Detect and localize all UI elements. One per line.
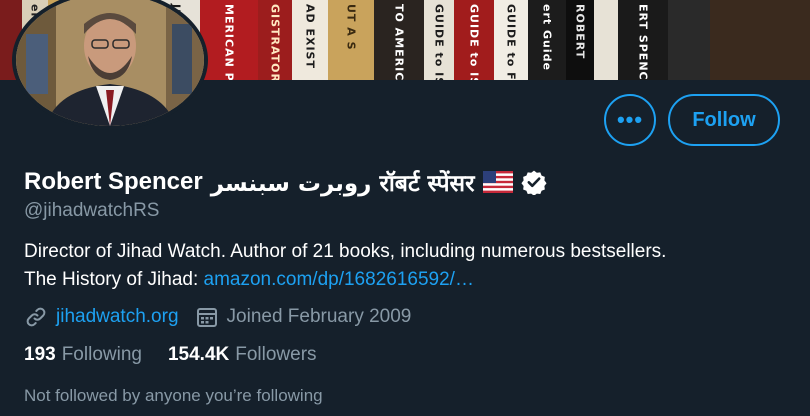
website-link[interactable]: jihadwatch.org — [56, 306, 179, 328]
bio-line-2-text: The History of Jihad: — [24, 269, 204, 290]
book-spine-title: GUIDE to IS — [432, 4, 446, 80]
following-label: Following — [61, 344, 142, 365]
book-spine: GUIDE to IS — [424, 0, 454, 80]
more-icon: ••• — [616, 107, 644, 132]
book-spine: GISTRATOR'S MA — [258, 0, 292, 80]
following-link[interactable]: 193 Following — [24, 344, 142, 366]
avatar[interactable] — [12, 0, 208, 130]
not-followed-notice: Not followed by anyone you’re following — [24, 386, 323, 405]
book-spine-title: GISTRATOR'S MA — [268, 4, 282, 80]
following-count: 193 — [24, 344, 56, 365]
bio-line-1: Director of Jihad Watch. Author of 21 bo… — [24, 241, 667, 262]
display-name: Robert Spencer — [24, 168, 203, 195]
follow-button[interactable]: Follow — [668, 94, 780, 146]
avatar-photo — [16, 0, 204, 126]
book-spine-title: UT A S — [344, 4, 358, 51]
verified-badge-icon[interactable] — [520, 169, 547, 195]
profile-stats: 193 Following 154.4K Followers — [24, 344, 317, 366]
book-spine-title: ROBERT — [573, 4, 587, 60]
joined-date: Joined February 2009 — [226, 306, 412, 327]
book-spine: AD EXIST — [292, 0, 328, 80]
book-spine-title: GUIDE to FREE SPE — [504, 4, 518, 80]
followers-count: 154.4K — [167, 344, 230, 365]
profile-handle: @jihadwatchRS — [24, 200, 160, 221]
bio-amazon-link[interactable]: amazon.com/dp/1682616592/… — [204, 269, 474, 290]
book-spine: ert Guide — [528, 0, 566, 80]
calendar-icon — [196, 308, 217, 327]
book-spine: ROBERT — [566, 0, 594, 80]
book-spine: TO AMERICA — [374, 0, 424, 80]
book-spine: UT A S — [328, 0, 374, 80]
profile-bio: Director of Jihad Watch. Author of 21 bo… — [24, 238, 794, 294]
followers-link[interactable]: 154.4K Followers — [168, 344, 317, 366]
bio-line-2: The History of Jihad: amazon.com/dp/1682… — [24, 266, 794, 294]
book-spine-title: GUIDE to ISLA — [467, 4, 481, 80]
book-spine: MERICAN PR — [200, 0, 258, 80]
profile-meta: jihadwatch.org Joined February 2009 — [24, 305, 411, 329]
link-icon — [26, 307, 46, 327]
book-spine-title: AD EXIST — [303, 4, 317, 69]
more-options-button[interactable]: ••• — [604, 94, 656, 146]
profile-name-row: Robert Spencer روبرت سبنسر रॉबर्ट स्पेंस… — [24, 166, 547, 198]
followers-label: Followers — [235, 344, 317, 365]
us-flag-emoji — [482, 171, 513, 193]
book-spine: GUIDE to FREE SPE — [494, 0, 528, 80]
display-name-alt: روبرت سبنسر रॉबर्ट स्पेंसर — [210, 171, 475, 197]
book-spine-title: ert Guide — [540, 4, 554, 71]
book-spine-title: MERICAN PR — [222, 4, 236, 80]
book-spine: GUIDE to ISLA — [454, 0, 494, 80]
book-spine-title: TO AMERICA — [392, 4, 406, 80]
follow-button-label: Follow — [692, 108, 756, 131]
book-spine — [594, 0, 618, 80]
book-spine: ERT SPENC — [618, 0, 668, 80]
book-spine-title: ERT SPENC — [636, 4, 650, 80]
book-spine — [668, 0, 710, 80]
